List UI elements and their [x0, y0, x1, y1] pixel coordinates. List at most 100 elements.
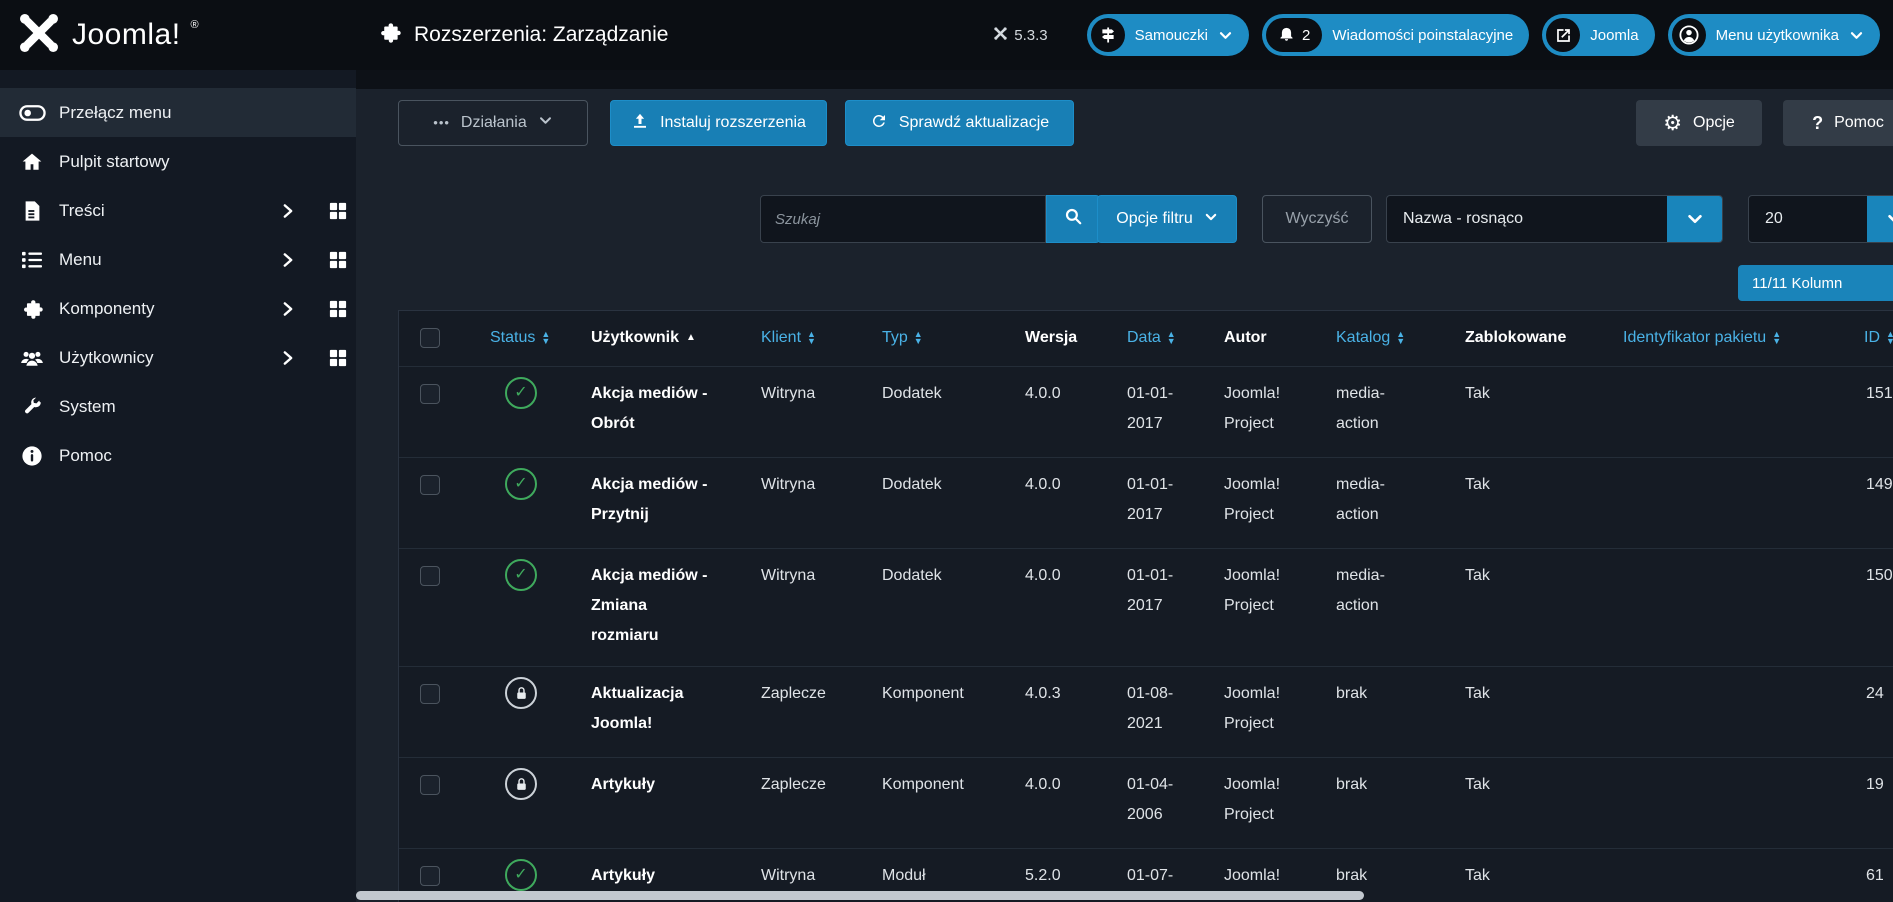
- column-header-status[interactable]: Status▲▼: [490, 325, 550, 351]
- sidebar-item-toggle-menu[interactable]: Przełącz menu: [0, 88, 356, 137]
- actions-dropdown-button[interactable]: ••• Działania: [398, 100, 588, 146]
- status-protected-lock-icon: [505, 677, 537, 709]
- list-limit-select[interactable]: 20: [1748, 195, 1893, 243]
- wrench-icon: [18, 396, 46, 417]
- sidebar-item-content[interactable]: Treści: [0, 186, 356, 235]
- column-header-type[interactable]: Typ▲▼: [882, 325, 923, 351]
- main-content: ••• Działania Instaluj rozszerzenia Spra…: [356, 70, 1893, 902]
- filter-options-button[interactable]: Opcje filtru: [1097, 195, 1237, 243]
- horizontal-scrollbar[interactable]: [356, 891, 1364, 900]
- help-button[interactable]: ? Pomoc: [1783, 100, 1893, 146]
- topbar: Joomla! ® Rozszerzenia: Zarządzanie 5.3.…: [0, 0, 1893, 70]
- user-menu-button[interactable]: Menu użytkownika: [1668, 14, 1880, 56]
- messages-label: Wiadomości poinstalacyjne: [1332, 27, 1513, 44]
- column-header-author: Autor: [1224, 329, 1267, 346]
- options-button[interactable]: ⚙ Opcje: [1636, 100, 1762, 146]
- column-header-locked: Zablokowane: [1465, 329, 1566, 346]
- document-icon: [18, 200, 46, 222]
- dashboard-grid-icon[interactable]: [329, 300, 347, 323]
- chevron-right-icon: [281, 203, 295, 224]
- chevron-down-icon: [1204, 210, 1218, 229]
- sidebar-item-home-dashboard[interactable]: Pulpit startowy: [0, 137, 356, 186]
- user-icon: [1672, 18, 1706, 52]
- sidebar-item-help[interactable]: Pomoc: [0, 431, 356, 480]
- status-enabled-icon[interactable]: ✓: [505, 859, 537, 891]
- chevron-down-icon: [1218, 28, 1233, 43]
- sort-order-select[interactable]: Nazwa - rosnąco: [1386, 195, 1723, 243]
- clear-button[interactable]: Wyczyść: [1262, 195, 1372, 243]
- extensions-table: Status▲▼ Użytkownik▲ Klient▲▼ Typ▲▼ Wers…: [398, 310, 1893, 902]
- chevron-down-icon: [1849, 28, 1864, 43]
- sort-ascending-icon: ▲: [686, 333, 696, 343]
- tutorials-label: Samouczki: [1135, 27, 1208, 44]
- chevron-right-icon: [281, 252, 295, 273]
- status-enabled-icon[interactable]: ✓: [505, 559, 537, 591]
- column-header-id[interactable]: ID▲▼: [1864, 325, 1893, 351]
- sort-icon: ▲▼: [914, 331, 923, 345]
- table-row: ✓ Akcja mediów - Obrót Witryna Dodatek 4…: [399, 366, 1893, 457]
- ellipsis-icon: •••: [433, 115, 450, 130]
- row-checkbox[interactable]: [420, 866, 440, 886]
- sidebar-item-system[interactable]: System: [0, 382, 356, 431]
- column-header-name[interactable]: Użytkownik▲: [591, 325, 696, 351]
- status-enabled-icon[interactable]: ✓: [505, 468, 537, 500]
- install-extensions-button[interactable]: Instaluj rozszerzenia: [610, 100, 827, 146]
- extension-name[interactable]: Akcja mediów - Obrót: [561, 367, 746, 457]
- column-header-client[interactable]: Klient▲▼: [761, 325, 816, 351]
- extension-name[interactable]: Aktualizacja Joomla!: [561, 667, 746, 757]
- messages-count-badge: 2: [1266, 18, 1322, 52]
- row-checkbox[interactable]: [420, 566, 440, 586]
- refresh-icon: [870, 112, 888, 135]
- row-checkbox[interactable]: [420, 684, 440, 704]
- extension-name[interactable]: Akcja mediów - Przytnij: [561, 458, 746, 548]
- search-button[interactable]: [1046, 195, 1100, 243]
- table-row: ✓ Akcja mediów - Przytnij Witryna Dodate…: [399, 457, 1893, 548]
- chevron-down-icon: [538, 113, 553, 133]
- sidebar-item-menus[interactable]: Menu: [0, 235, 356, 284]
- sidebar-item-users[interactable]: Użytkownicy: [0, 333, 356, 382]
- external-link-icon: [1546, 18, 1580, 52]
- column-header-date[interactable]: Data▲▼: [1127, 325, 1176, 351]
- question-icon: ?: [1812, 113, 1823, 134]
- status-protected-lock-icon: [505, 768, 537, 800]
- tutorials-button[interactable]: Samouczki: [1087, 14, 1249, 56]
- joomla-version-icon: [993, 26, 1008, 45]
- sort-icon: ▲▼: [807, 331, 816, 345]
- post-installation-messages-button[interactable]: 2 Wiadomości poinstalacyjne: [1262, 14, 1529, 56]
- column-header-package-id[interactable]: Identyfikator pakietu▲▼: [1623, 325, 1781, 351]
- extension-name[interactable]: Artykuły: [561, 758, 746, 848]
- sort-icon: ▲▼: [1167, 331, 1176, 345]
- dashboard-grid-icon[interactable]: [329, 202, 347, 225]
- sidebar-item-components[interactable]: Komponenty: [0, 284, 356, 333]
- messages-count: 2: [1302, 27, 1310, 44]
- table-header-row: Status▲▼ Użytkownik▲ Klient▲▼ Typ▲▼ Wers…: [399, 311, 1893, 366]
- brand-text: Joomla!: [72, 18, 181, 52]
- version-number: 5.3.3: [1014, 27, 1047, 44]
- extension-name[interactable]: Akcja mediów - Zmiana rozmiaru: [561, 549, 746, 666]
- sidebar: Przełącz menu Pulpit startowy Treści Men…: [0, 70, 356, 902]
- select-all-checkbox[interactable]: [420, 328, 440, 348]
- chevron-right-icon: [281, 350, 295, 371]
- status-enabled-icon[interactable]: ✓: [505, 377, 537, 409]
- table-row: ✓ Akcja mediów - Zmiana rozmiaru Witryna…: [399, 548, 1893, 666]
- joomla-logo-icon: [16, 10, 62, 61]
- search-input[interactable]: [760, 195, 1046, 243]
- chevron-down-icon: [1667, 196, 1722, 242]
- table-row: Artykuły Zaplecze Komponent 4.0.0 01-04-…: [399, 757, 1893, 848]
- row-checkbox[interactable]: [420, 384, 440, 404]
- user-menu-label: Menu użytkownika: [1716, 27, 1839, 44]
- check-updates-button[interactable]: Sprawdź aktualizacje: [845, 100, 1074, 146]
- columns-toggle-badge[interactable]: 11/11 Kolumn: [1738, 265, 1893, 301]
- dashboard-grid-icon[interactable]: [329, 349, 347, 372]
- column-header-version: Wersja: [1025, 329, 1077, 346]
- upload-icon: [631, 112, 649, 135]
- sort-icon: ▲▼: [541, 331, 550, 345]
- dashboard-grid-icon[interactable]: [329, 251, 347, 274]
- joomla-brand[interactable]: Joomla! ®: [16, 0, 199, 70]
- row-checkbox[interactable]: [420, 775, 440, 795]
- row-checkbox[interactable]: [420, 475, 440, 495]
- joomla-link-button[interactable]: Joomla: [1542, 14, 1654, 56]
- column-header-folder[interactable]: Katalog▲▼: [1336, 325, 1405, 351]
- info-circle-icon: [18, 445, 46, 467]
- signpost-icon: [1091, 18, 1125, 52]
